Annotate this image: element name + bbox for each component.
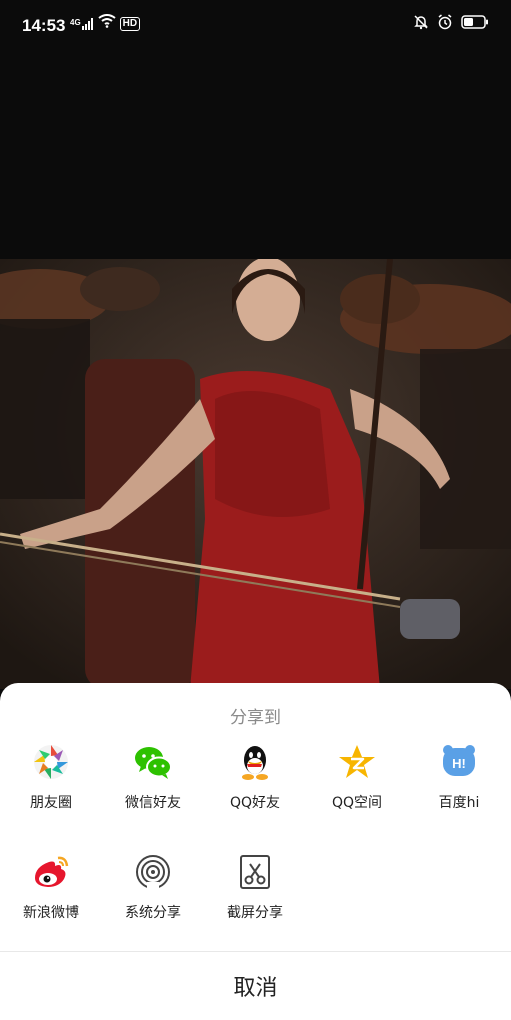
- share-item-label: QQ好友: [229, 795, 281, 811]
- battery-icon: [461, 15, 489, 34]
- qq-icon: [235, 742, 275, 782]
- share-item-label: 新浪微博: [23, 905, 79, 921]
- status-right-icons: [413, 14, 489, 35]
- alarm-icon: [437, 14, 453, 35]
- cellular-signal-icon: 4G: [70, 17, 94, 30]
- wechat-icon: [133, 742, 173, 782]
- svg-text:H!: H!: [452, 756, 466, 771]
- screenshot-share-icon: [235, 852, 275, 892]
- share-item-baidu-hi[interactable]: H! 百度hi: [408, 742, 510, 812]
- share-sheet-title: 分享到: [230, 708, 281, 728]
- system-share-icon: [133, 852, 173, 892]
- status-time: 14:53: [22, 16, 66, 35]
- share-item-label: 系统分享: [125, 905, 181, 921]
- share-item-qq[interactable]: QQ好友: [204, 742, 306, 812]
- qzone-icon: [337, 742, 377, 782]
- performer-photo-illustration: [0, 259, 511, 689]
- mute-bell-icon: [413, 14, 429, 35]
- network-type-label: 4G: [70, 17, 81, 27]
- share-item-screenshot-share[interactable]: 截屏分享: [204, 852, 306, 922]
- cancel-button[interactable]: 取消: [0, 952, 511, 1020]
- share-item-weibo[interactable]: 新浪微博: [0, 852, 102, 922]
- share-item-label: 百度hi: [438, 795, 480, 811]
- share-item-label: 截屏分享: [227, 905, 283, 921]
- status-bar: 14:53 4G HD: [0, 0, 511, 52]
- shared-photo: [0, 259, 511, 689]
- share-item-wechat[interactable]: 微信好友: [102, 742, 204, 812]
- share-item-qzone[interactable]: QQ空间: [306, 742, 408, 812]
- wifi-icon: [98, 14, 116, 33]
- weibo-icon: [31, 852, 71, 892]
- baidu-hi-icon: H!: [439, 742, 479, 782]
- status-left-icons: 4G HD: [70, 14, 141, 33]
- share-item-label: 微信好友: [125, 795, 181, 811]
- moments-icon: [31, 742, 71, 782]
- share-item-system-share[interactable]: 系统分享: [102, 852, 204, 922]
- share-item-label: 朋友圈: [30, 795, 72, 811]
- hd-icon: HD: [119, 16, 141, 31]
- share-item-moments[interactable]: 朋友圈: [0, 742, 102, 812]
- share-item-label: QQ空间: [331, 795, 383, 811]
